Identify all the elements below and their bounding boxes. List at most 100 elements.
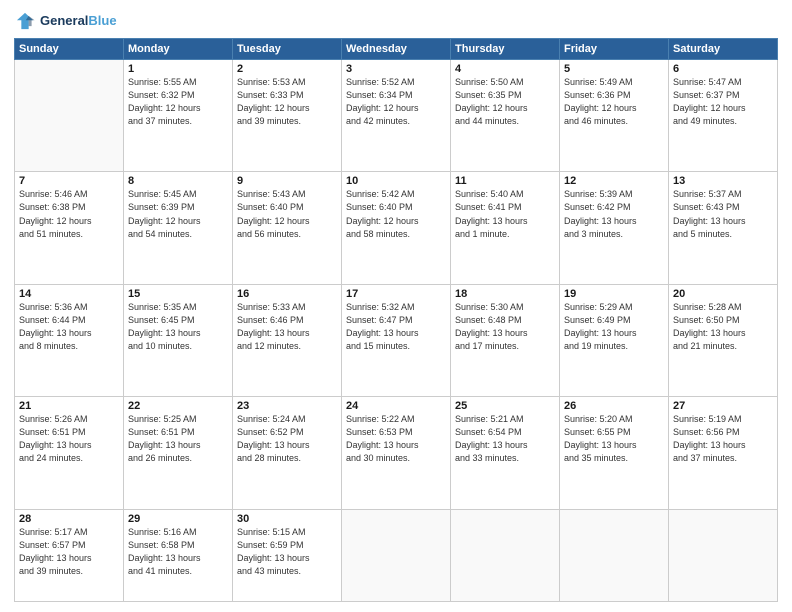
calendar-cell (669, 509, 778, 601)
day-info: Sunrise: 5:35 AM Sunset: 6:45 PM Dayligh… (128, 301, 228, 353)
day-info: Sunrise: 5:24 AM Sunset: 6:52 PM Dayligh… (237, 413, 337, 465)
day-info: Sunrise: 5:19 AM Sunset: 6:56 PM Dayligh… (673, 413, 773, 465)
day-info: Sunrise: 5:33 AM Sunset: 6:46 PM Dayligh… (237, 301, 337, 353)
day-number: 18 (455, 288, 555, 300)
calendar-cell: 30Sunrise: 5:15 AM Sunset: 6:59 PM Dayli… (233, 509, 342, 601)
calendar-cell: 17Sunrise: 5:32 AM Sunset: 6:47 PM Dayli… (342, 284, 451, 396)
day-info: Sunrise: 5:43 AM Sunset: 6:40 PM Dayligh… (237, 188, 337, 240)
calendar-cell: 12Sunrise: 5:39 AM Sunset: 6:42 PM Dayli… (560, 172, 669, 284)
day-info: Sunrise: 5:53 AM Sunset: 6:33 PM Dayligh… (237, 76, 337, 128)
day-info: Sunrise: 5:30 AM Sunset: 6:48 PM Dayligh… (455, 301, 555, 353)
calendar-cell: 4Sunrise: 5:50 AM Sunset: 6:35 PM Daylig… (451, 60, 560, 172)
day-info: Sunrise: 5:29 AM Sunset: 6:49 PM Dayligh… (564, 301, 664, 353)
calendar-table: SundayMondayTuesdayWednesdayThursdayFrid… (14, 38, 778, 602)
calendar-cell: 9Sunrise: 5:43 AM Sunset: 6:40 PM Daylig… (233, 172, 342, 284)
day-info: Sunrise: 5:49 AM Sunset: 6:36 PM Dayligh… (564, 76, 664, 128)
day-info: Sunrise: 5:42 AM Sunset: 6:40 PM Dayligh… (346, 188, 446, 240)
day-number: 17 (346, 288, 446, 300)
day-number: 9 (237, 175, 337, 187)
day-number: 26 (564, 400, 664, 412)
calendar-cell: 11Sunrise: 5:40 AM Sunset: 6:41 PM Dayli… (451, 172, 560, 284)
day-number: 30 (237, 513, 337, 525)
calendar-cell: 8Sunrise: 5:45 AM Sunset: 6:39 PM Daylig… (124, 172, 233, 284)
day-number: 23 (237, 400, 337, 412)
day-info: Sunrise: 5:47 AM Sunset: 6:37 PM Dayligh… (673, 76, 773, 128)
day-info: Sunrise: 5:36 AM Sunset: 6:44 PM Dayligh… (19, 301, 119, 353)
header: GeneralBlue (14, 10, 778, 32)
day-info: Sunrise: 5:52 AM Sunset: 6:34 PM Dayligh… (346, 76, 446, 128)
day-number: 21 (19, 400, 119, 412)
day-info: Sunrise: 5:40 AM Sunset: 6:41 PM Dayligh… (455, 188, 555, 240)
calendar-cell (342, 509, 451, 601)
logo-text: GeneralBlue (40, 13, 117, 29)
day-info: Sunrise: 5:26 AM Sunset: 6:51 PM Dayligh… (19, 413, 119, 465)
calendar-cell: 25Sunrise: 5:21 AM Sunset: 6:54 PM Dayli… (451, 397, 560, 509)
day-info: Sunrise: 5:39 AM Sunset: 6:42 PM Dayligh… (564, 188, 664, 240)
day-number: 14 (19, 288, 119, 300)
calendar-cell: 21Sunrise: 5:26 AM Sunset: 6:51 PM Dayli… (15, 397, 124, 509)
calendar-cell: 13Sunrise: 5:37 AM Sunset: 6:43 PM Dayli… (669, 172, 778, 284)
day-info: Sunrise: 5:17 AM Sunset: 6:57 PM Dayligh… (19, 526, 119, 578)
page: GeneralBlue SundayMondayTuesdayWednesday… (0, 0, 792, 612)
day-number: 16 (237, 288, 337, 300)
day-info: Sunrise: 5:32 AM Sunset: 6:47 PM Dayligh… (346, 301, 446, 353)
col-header-saturday: Saturday (669, 39, 778, 60)
calendar-cell: 14Sunrise: 5:36 AM Sunset: 6:44 PM Dayli… (15, 284, 124, 396)
calendar-cell: 20Sunrise: 5:28 AM Sunset: 6:50 PM Dayli… (669, 284, 778, 396)
day-number: 4 (455, 63, 555, 75)
col-header-friday: Friday (560, 39, 669, 60)
logo: GeneralBlue (14, 10, 117, 32)
day-info: Sunrise: 5:22 AM Sunset: 6:53 PM Dayligh… (346, 413, 446, 465)
calendar-cell: 3Sunrise: 5:52 AM Sunset: 6:34 PM Daylig… (342, 60, 451, 172)
day-number: 22 (128, 400, 228, 412)
calendar-header-row: SundayMondayTuesdayWednesdayThursdayFrid… (15, 39, 778, 60)
week-row-3: 14Sunrise: 5:36 AM Sunset: 6:44 PM Dayli… (15, 284, 778, 396)
day-number: 15 (128, 288, 228, 300)
calendar-cell: 19Sunrise: 5:29 AM Sunset: 6:49 PM Dayli… (560, 284, 669, 396)
col-header-thursday: Thursday (451, 39, 560, 60)
calendar-cell: 27Sunrise: 5:19 AM Sunset: 6:56 PM Dayli… (669, 397, 778, 509)
col-header-sunday: Sunday (15, 39, 124, 60)
calendar-cell (451, 509, 560, 601)
calendar-cell: 7Sunrise: 5:46 AM Sunset: 6:38 PM Daylig… (15, 172, 124, 284)
day-info: Sunrise: 5:20 AM Sunset: 6:55 PM Dayligh… (564, 413, 664, 465)
calendar-cell: 22Sunrise: 5:25 AM Sunset: 6:51 PM Dayli… (124, 397, 233, 509)
day-number: 25 (455, 400, 555, 412)
calendar-cell (560, 509, 669, 601)
calendar-cell: 6Sunrise: 5:47 AM Sunset: 6:37 PM Daylig… (669, 60, 778, 172)
day-number: 27 (673, 400, 773, 412)
calendar-cell: 2Sunrise: 5:53 AM Sunset: 6:33 PM Daylig… (233, 60, 342, 172)
day-number: 20 (673, 288, 773, 300)
day-number: 8 (128, 175, 228, 187)
day-number: 1 (128, 63, 228, 75)
day-number: 10 (346, 175, 446, 187)
day-number: 19 (564, 288, 664, 300)
calendar-cell: 24Sunrise: 5:22 AM Sunset: 6:53 PM Dayli… (342, 397, 451, 509)
calendar-cell: 26Sunrise: 5:20 AM Sunset: 6:55 PM Dayli… (560, 397, 669, 509)
col-header-tuesday: Tuesday (233, 39, 342, 60)
week-row-1: 1Sunrise: 5:55 AM Sunset: 6:32 PM Daylig… (15, 60, 778, 172)
day-info: Sunrise: 5:50 AM Sunset: 6:35 PM Dayligh… (455, 76, 555, 128)
day-number: 2 (237, 63, 337, 75)
day-number: 29 (128, 513, 228, 525)
calendar-cell: 1Sunrise: 5:55 AM Sunset: 6:32 PM Daylig… (124, 60, 233, 172)
day-info: Sunrise: 5:21 AM Sunset: 6:54 PM Dayligh… (455, 413, 555, 465)
day-number: 11 (455, 175, 555, 187)
day-number: 13 (673, 175, 773, 187)
week-row-4: 21Sunrise: 5:26 AM Sunset: 6:51 PM Dayli… (15, 397, 778, 509)
week-row-2: 7Sunrise: 5:46 AM Sunset: 6:38 PM Daylig… (15, 172, 778, 284)
day-info: Sunrise: 5:37 AM Sunset: 6:43 PM Dayligh… (673, 188, 773, 240)
col-header-monday: Monday (124, 39, 233, 60)
day-info: Sunrise: 5:46 AM Sunset: 6:38 PM Dayligh… (19, 188, 119, 240)
day-info: Sunrise: 5:55 AM Sunset: 6:32 PM Dayligh… (128, 76, 228, 128)
week-row-5: 28Sunrise: 5:17 AM Sunset: 6:57 PM Dayli… (15, 509, 778, 601)
calendar-cell: 16Sunrise: 5:33 AM Sunset: 6:46 PM Dayli… (233, 284, 342, 396)
day-number: 6 (673, 63, 773, 75)
day-info: Sunrise: 5:16 AM Sunset: 6:58 PM Dayligh… (128, 526, 228, 578)
day-number: 7 (19, 175, 119, 187)
logo-icon (14, 10, 36, 32)
day-number: 12 (564, 175, 664, 187)
day-number: 3 (346, 63, 446, 75)
calendar-cell: 29Sunrise: 5:16 AM Sunset: 6:58 PM Dayli… (124, 509, 233, 601)
day-info: Sunrise: 5:28 AM Sunset: 6:50 PM Dayligh… (673, 301, 773, 353)
